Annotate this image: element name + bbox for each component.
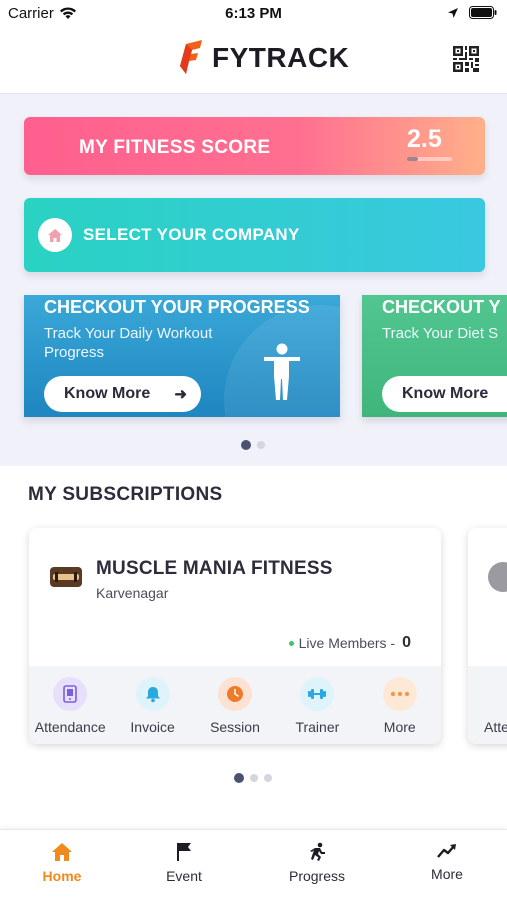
- attendance-label: Atte: [484, 719, 507, 735]
- running-icon: [310, 842, 325, 861]
- invoice-label: Invoice: [130, 719, 175, 735]
- trainer-icon-badge: [300, 677, 335, 711]
- location-arrow-icon: [448, 7, 458, 18]
- select-company-card[interactable]: SELECT YOUR COMPANY: [24, 198, 485, 272]
- fitness-score-value: 2.5: [407, 125, 442, 153]
- nav-item-progress[interactable]: Progress: [272, 842, 362, 884]
- bell-icon: [145, 687, 160, 703]
- attendance-label: Attendance: [34, 719, 106, 735]
- promo-title: CHECKOUT YOUR PROGRESS: [44, 297, 310, 317]
- arrow-right-icon: ➜: [174, 386, 187, 403]
- promo-subtitle: Track Your Daily Workout Progress: [44, 325, 213, 361]
- live-members-count: 0: [402, 634, 411, 651]
- bottom-nav: Home Event Progress More: [0, 829, 507, 900]
- nav-label-event: Event: [166, 868, 202, 884]
- subscription-card-next[interactable]: Atte: [468, 528, 507, 744]
- fitness-score-bar-fill: [407, 157, 419, 161]
- session-icon-badge: [217, 677, 252, 711]
- nav-item-home[interactable]: Home: [17, 842, 107, 884]
- qr-code-icon: [453, 46, 479, 72]
- promo-subtitle: Track Your Diet S: [382, 325, 499, 342]
- select-company-label: SELECT YOUR COMPANY: [83, 225, 300, 244]
- carousel-dot[interactable]: [264, 774, 272, 782]
- subscription-carousel-dots: [234, 773, 272, 783]
- app-name: FYTRACK: [212, 42, 350, 73]
- promo-card-progress[interactable]: CHECKOUT YOUR PROGRESS Track Your Daily …: [24, 295, 340, 417]
- more-actions-button[interactable]: More: [360, 677, 440, 735]
- nav-item-event[interactable]: Event: [139, 842, 229, 884]
- know-more-button[interactable]: Know More: [382, 376, 507, 412]
- home-icon: [48, 228, 62, 242]
- fitness-score-card[interactable]: MY FITNESS SCORE 2.5: [24, 117, 485, 175]
- flame-logo-icon: [180, 40, 202, 74]
- flag-icon: [177, 843, 191, 861]
- live-members: Live Members - 0: [288, 634, 411, 652]
- promo-title: CHECKOUT Y: [382, 297, 501, 317]
- invoice-button[interactable]: Invoice: [113, 677, 193, 735]
- carousel-dot[interactable]: [250, 774, 258, 782]
- subscription-actions: Atte: [468, 666, 507, 744]
- company-home-icon-badge: [38, 218, 72, 252]
- app-header: FYTRACK: [0, 28, 507, 94]
- promo-carousel-dots: [241, 440, 265, 450]
- know-more-button[interactable]: Know More ➜: [44, 376, 201, 412]
- more-icon-badge: [382, 677, 417, 711]
- attendance-icon-badge: [53, 677, 88, 711]
- fitness-score-bar: [407, 157, 452, 161]
- phone-icon: [63, 685, 77, 703]
- subscription-actions: Attendance Invoice Session Trainer More: [29, 666, 441, 744]
- qr-code-button[interactable]: [453, 46, 479, 77]
- dumbbell-icon: [308, 689, 327, 699]
- fitness-score-label: MY FITNESS SCORE: [79, 137, 271, 158]
- clock-icon: [226, 686, 243, 702]
- dashboard-panel: MY FITNESS SCORE 2.5 SELECT YOUR COMPANY…: [0, 94, 507, 466]
- attendance-button[interactable]: Attendance: [30, 677, 110, 735]
- gym-logo: [50, 567, 82, 587]
- app-logo: FYTRACK: [180, 40, 349, 76]
- promo-card-diet[interactable]: CHECKOUT Y Track Your Diet S Know More: [362, 295, 507, 417]
- know-more-label: Know More: [64, 385, 151, 402]
- subscription-card[interactable]: MUSCLE MANIA FITNESS Karvenagar Live Mem…: [29, 528, 441, 744]
- live-status-dot: [288, 640, 294, 646]
- home-icon: [52, 843, 72, 861]
- trend-up-icon: [437, 844, 456, 858]
- carousel-dot-active[interactable]: [234, 773, 244, 783]
- status-bar: Carrier 6:13 PM: [0, 0, 507, 28]
- gym-logo: [488, 562, 507, 592]
- nav-item-more[interactable]: More: [402, 842, 492, 882]
- carousel-dot-active[interactable]: [241, 440, 251, 450]
- trainer-button[interactable]: Trainer: [277, 677, 357, 735]
- gym-location: Karvenagar: [96, 585, 169, 601]
- status-time: 6:13 PM: [225, 5, 282, 22]
- gym-logo-icon: [53, 572, 79, 582]
- invoice-icon-badge: [135, 677, 170, 711]
- nav-label-more: More: [431, 866, 463, 882]
- more-dots-icon: [390, 691, 409, 697]
- session-label: Session: [210, 719, 260, 735]
- nav-label-progress: Progress: [288, 868, 346, 884]
- trainer-label: Trainer: [295, 719, 340, 735]
- battery-icon: [469, 6, 497, 19]
- subscriptions-heading: MY SUBSCRIPTIONS: [28, 484, 223, 505]
- live-members-label: Live Members -: [298, 635, 396, 651]
- person-figure-icon: [264, 343, 300, 400]
- nav-label-home: Home: [42, 868, 82, 884]
- carousel-dot[interactable]: [257, 441, 265, 449]
- session-button[interactable]: Session: [195, 677, 275, 735]
- know-more-label: Know More: [402, 385, 489, 402]
- gym-name: MUSCLE MANIA FITNESS: [96, 558, 333, 579]
- more-actions-label: More: [383, 719, 416, 735]
